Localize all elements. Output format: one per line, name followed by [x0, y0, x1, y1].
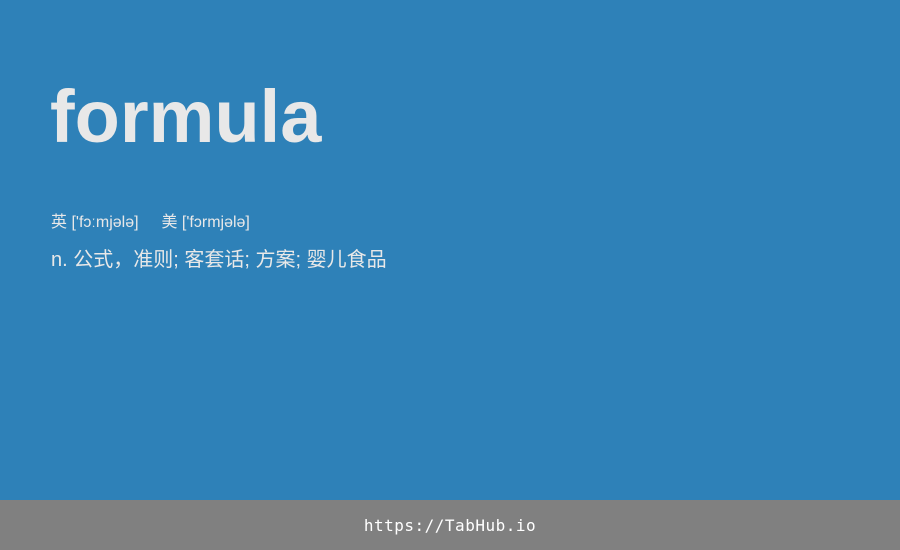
headword: formula: [50, 75, 322, 158]
footer-bar: https://TabHub.io: [0, 500, 900, 550]
uk-label: 英: [51, 214, 68, 231]
definition-text: n. 公式，准则; 客套话; 方案; 婴儿食品: [51, 249, 387, 271]
tabhub-link[interactable]: https://TabHub.io: [364, 516, 536, 535]
word-card: formula 英 ['fɔːmjələ] 美 ['fɔrmjələ] n. 公…: [0, 0, 900, 500]
us-label: 美: [161, 214, 178, 231]
phonetics-row: 英 ['fɔːmjələ] 美 ['fɔrmjələ]: [51, 212, 250, 234]
uk-ipa: ['fɔːmjələ]: [71, 214, 139, 231]
us-ipa: ['fɔrmjələ]: [181, 214, 250, 231]
